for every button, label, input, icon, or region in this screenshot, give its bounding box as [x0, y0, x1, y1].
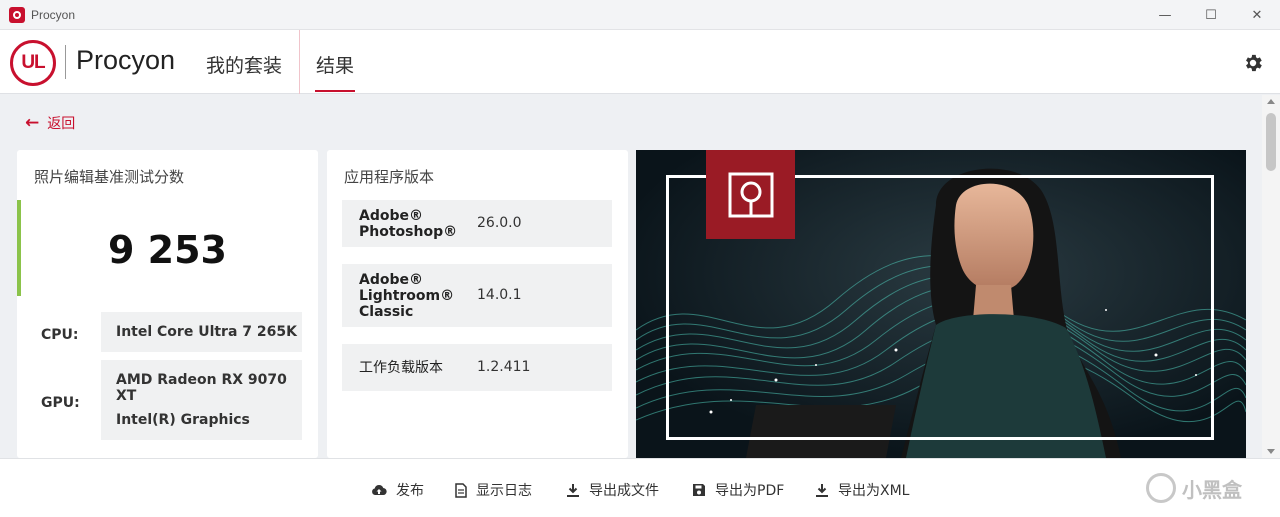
back-label: 返回	[47, 116, 76, 132]
version-app-name: Adobe® Lightroom® Classic	[359, 272, 455, 320]
app-header: UL Procyon 我的套装 结果	[0, 30, 1280, 94]
gear-icon[interactable]	[1242, 52, 1264, 74]
minimize-button[interactable]: —	[1142, 0, 1188, 30]
version-row-workload: 工作负载版本 1.2.411	[342, 344, 612, 391]
benchmark-score: 9 253	[108, 228, 227, 272]
score-card: 照片编辑基准测试分数 9 253 CPU: Intel Core Ultra 7…	[17, 150, 318, 458]
content-area: ← 返回 照片编辑基准测试分数 9 253 CPU: Intel Core Ul…	[0, 95, 1262, 458]
cloud-upload-icon	[372, 485, 387, 496]
export-pdf-button[interactable]: 导出为PDF	[692, 480, 784, 500]
gpu-value-2: Intel(R) Graphics	[116, 412, 250, 428]
save-icon	[693, 484, 705, 496]
version-app-name: 工作负载版本	[359, 360, 443, 376]
gpu-values: AMD Radeon RX 9070 XT Intel(R) Graphics	[101, 360, 302, 440]
close-button[interactable]: ✕	[1234, 0, 1280, 30]
ul-badge-icon	[706, 150, 795, 239]
nav-separator	[299, 30, 300, 94]
ul-logo: UL	[10, 40, 56, 86]
version-app-name: Adobe® Photoshop®	[359, 208, 458, 240]
arrow-left-icon: ←	[25, 113, 40, 133]
publish-button[interactable]: 发布	[371, 480, 424, 500]
export-file-button[interactable]: 导出成文件	[566, 480, 659, 500]
back-link[interactable]: ← 返回	[25, 113, 75, 133]
scroll-thumb[interactable]	[1266, 113, 1276, 171]
export-xml-button[interactable]: 导出为XML	[815, 480, 909, 500]
version-card-title: 应用程序版本	[344, 168, 435, 186]
nav-results[interactable]: 结果	[316, 51, 354, 78]
gpu-label: GPU:	[41, 395, 80, 411]
download-icon	[567, 483, 579, 497]
nav-my-suite[interactable]: 我的套装	[206, 51, 282, 78]
window-title: Procyon	[31, 7, 76, 22]
logo-divider	[65, 45, 66, 79]
version-row-lightroom: Adobe® Lightroom® Classic 14.0.1	[342, 264, 612, 327]
document-icon	[455, 482, 467, 498]
version-row-photoshop: Adobe® Photoshop® 26.0.0	[342, 200, 612, 247]
gpu-value-1: AMD Radeon RX 9070 XT	[116, 372, 287, 404]
watermark: 小黑盒	[1146, 473, 1242, 503]
show-log-button[interactable]: 显示日志	[455, 480, 532, 500]
vertical-scrollbar[interactable]	[1262, 95, 1280, 458]
score-card-title: 照片编辑基准测试分数	[34, 168, 185, 186]
version-value: 1.2.411	[477, 359, 531, 375]
app-icon	[9, 6, 25, 23]
version-value: 14.0.1	[477, 287, 522, 303]
watermark-logo-icon	[1146, 473, 1176, 503]
scroll-up-icon[interactable]	[1267, 99, 1275, 104]
maximize-button[interactable]: ☐	[1188, 0, 1234, 30]
title-bar: Procyon — ☐ ✕	[0, 0, 1280, 30]
brand-name: Procyon	[76, 45, 176, 75]
cpu-value: Intel Core Ultra 7 265K	[101, 312, 302, 352]
cpu-label: CPU:	[41, 327, 79, 343]
hero-image	[636, 150, 1246, 458]
version-card: 应用程序版本 Adobe® Photoshop® 26.0.0 Adobe® L…	[327, 150, 628, 458]
footer-toolbar: 发布 显示日志 导出成文件 导出为PDF 导出为XML 小黑盒	[0, 458, 1280, 517]
version-value: 26.0.0	[477, 215, 522, 231]
nav-active-indicator	[315, 90, 355, 92]
scroll-down-icon[interactable]	[1267, 449, 1275, 454]
download-icon	[816, 483, 828, 497]
